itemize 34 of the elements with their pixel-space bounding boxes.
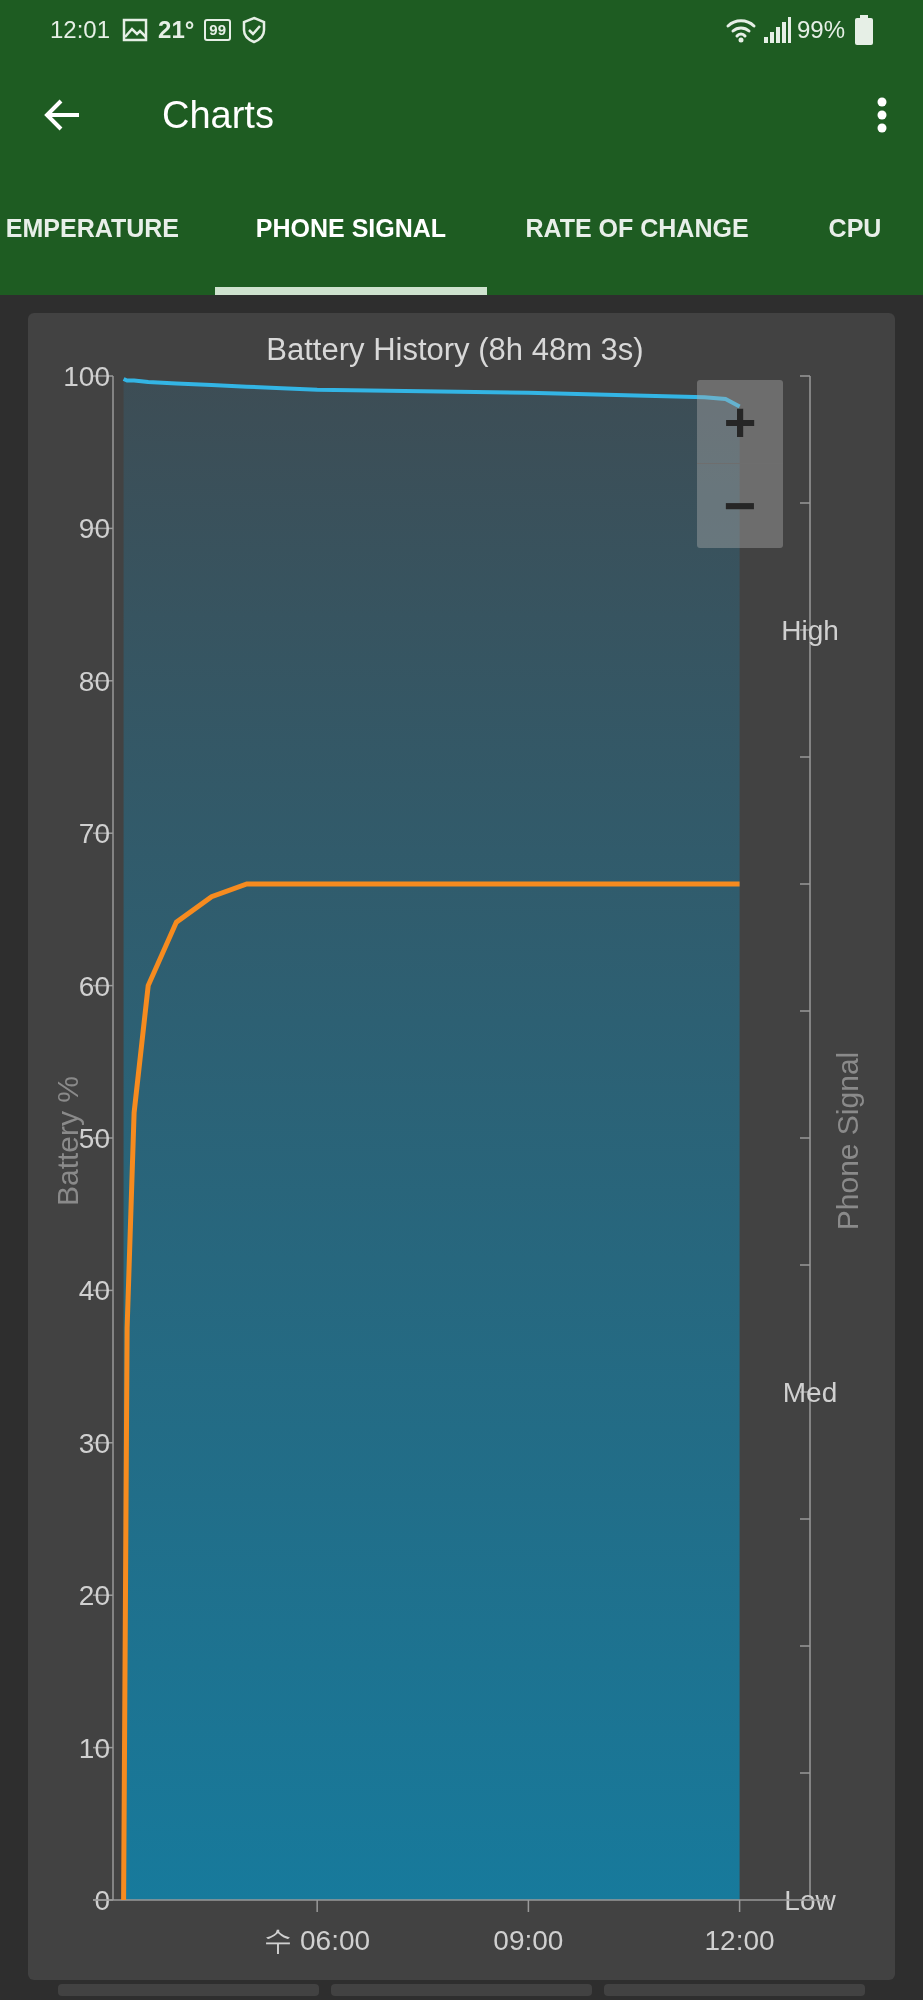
- y-tick-label: 30: [78, 1427, 110, 1459]
- y2-tick-label: Low: [784, 1885, 836, 1916]
- tab[interactable]: RATE OF CHANGE: [487, 170, 787, 295]
- y-tick-label: 80: [78, 665, 110, 697]
- back-arrow-icon: [43, 99, 81, 131]
- status-time: 12:01: [50, 15, 111, 45]
- battery-percent: 99%: [796, 15, 845, 45]
- tab[interactable]: PHONE SIGNAL: [215, 170, 487, 295]
- y-tick-label: 40: [78, 1275, 110, 1307]
- app-title: Charts: [162, 92, 274, 138]
- chart-title: Battery History (8h 48m 3s): [266, 332, 644, 367]
- y-tick-label: 90: [78, 513, 110, 545]
- x-tick-label: 12:00: [704, 1925, 775, 1956]
- y-tick-label: 100: [63, 361, 110, 392]
- y-tick-label: 70: [78, 818, 110, 850]
- tab[interactable]: EMPERATURE: [0, 170, 215, 295]
- x-tick-label: 09:00: [493, 1925, 564, 1956]
- y-tick-label: 10: [78, 1732, 110, 1764]
- overflow-menu-button[interactable]: [875, 95, 889, 135]
- notification-badge: 99: [204, 19, 232, 41]
- y2-axis-title: Phone Signal: [831, 1051, 864, 1231]
- y-tick-label: 20: [78, 1580, 110, 1612]
- image-icon: [122, 18, 149, 42]
- y2-tick-label: Med: [782, 1377, 838, 1408]
- temperature: 21°: [158, 15, 195, 45]
- more-icon: [877, 97, 887, 133]
- y-tick-label: 60: [78, 970, 110, 1002]
- y2-tick-label: High: [781, 615, 839, 646]
- tab[interactable]: CPU: [787, 170, 923, 295]
- battery-icon: [855, 15, 873, 45]
- shield-icon: [241, 16, 268, 44]
- x-tick-label: 수 06:00: [264, 1925, 371, 1956]
- signal-icon: [762, 17, 791, 43]
- wifi-icon: [724, 17, 757, 43]
